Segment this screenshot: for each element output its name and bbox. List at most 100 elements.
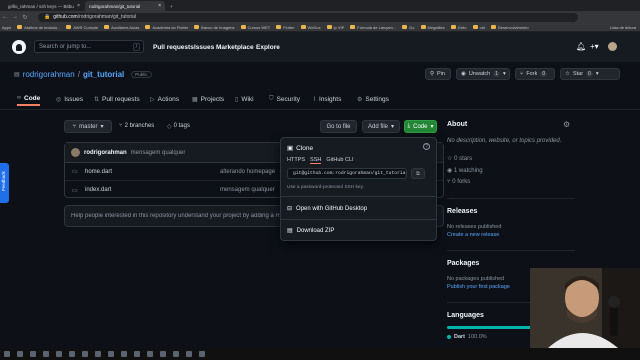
nav-marketplace[interactable]: Marketplace [216, 44, 254, 51]
add-file-button[interactable]: Add file ▾ [362, 120, 400, 133]
app-icon[interactable] [199, 351, 205, 357]
tags-link[interactable]: ◇ 0 tags [167, 123, 190, 130]
branch-icon: ⑂ [72, 123, 77, 130]
tab-code[interactable]: ‹› Code [17, 92, 41, 106]
commit-author[interactable]: rodrigorahman [84, 150, 127, 156]
tab-wiki[interactable]: ▯ Wiki [235, 92, 254, 106]
branches-link[interactable]: ⑂ 2 branches [119, 123, 154, 129]
forward-icon[interactable]: → [10, 14, 20, 20]
file-commit-message[interactable]: alterando homepage [220, 169, 275, 175]
bookmark-item[interactable]: Apps [2, 25, 11, 30]
tab-settings[interactable]: ⚙ Settings [357, 92, 389, 106]
bookmark-item[interactable]: WeDox [300, 25, 321, 30]
commit-message[interactable]: mensagem qualquer [131, 150, 186, 156]
app-icon[interactable] [121, 351, 127, 357]
bookmark-item[interactable]: Auxiliares Aulas [104, 25, 139, 30]
tab-pull-requests[interactable]: ⇅ Pull requests [94, 92, 140, 106]
feedback-tab[interactable]: Feedback [0, 163, 9, 203]
file-name[interactable]: home.dart [85, 169, 112, 175]
back-icon[interactable]: ← [0, 14, 10, 20]
pin-button[interactable]: ⚲ Pin [425, 68, 451, 80]
packages-title[interactable]: Packages [447, 260, 479, 267]
app-icon[interactable] [108, 351, 114, 357]
address-bar[interactable]: 🔒 github.com/rodrigorahman/git_tutorial [38, 12, 578, 22]
help-icon[interactable]: ? [423, 143, 430, 150]
search-icon[interactable] [17, 351, 23, 357]
tab-ssh[interactable]: SSH [310, 157, 322, 164]
bookmark-item[interactable]: ip VIP [326, 25, 344, 30]
nav-pull-requests[interactable]: Pull requests [153, 44, 194, 51]
copy-icon[interactable]: ⧉ [411, 168, 425, 179]
tab-security[interactable]: ⛉ Security [269, 92, 300, 106]
file-name[interactable]: index.dart [85, 187, 111, 193]
app-icon[interactable] [69, 351, 75, 357]
app-icon[interactable] [173, 351, 179, 357]
download-zip-item[interactable]: ▤ Download ZIP [287, 227, 334, 235]
app-icon[interactable] [134, 351, 140, 357]
close-icon[interactable]: × [158, 3, 161, 9]
bookmark-item[interactable]: old [472, 25, 485, 30]
star-icon: ☆ [565, 71, 570, 77]
bookmark-item[interactable]: Banco de Imagens [194, 25, 235, 30]
unwatch-button[interactable]: ◉ Unwatch 1 ▾ [456, 68, 510, 80]
open-desktop-item[interactable]: ⊟ Open with GitHub Desktop [287, 205, 367, 213]
forks-count[interactable]: ⑂ 0 forks [447, 179, 470, 185]
reading-list[interactable]: Lista de leitura [610, 25, 640, 30]
bookmark-item[interactable]: Flutter [276, 25, 295, 30]
bookmark-item[interactable]: Go [402, 25, 415, 30]
tab-issues[interactable]: ◎ Issues [56, 92, 83, 106]
github-logo-icon[interactable] [12, 40, 26, 54]
avatar[interactable] [608, 42, 617, 51]
branch-select[interactable]: ⑂ master ▾ [64, 120, 112, 133]
plus-icon[interactable]: +▾ [590, 42, 599, 51]
watching-count[interactable]: ◉ 1 watching [447, 167, 483, 174]
app-icon[interactable] [43, 351, 49, 357]
nav-issues[interactable]: Issues [194, 44, 214, 51]
nav-explore[interactable]: Explore [256, 44, 280, 51]
browser-tab-active[interactable]: rodrigorahman/git_tutorial × [85, 1, 165, 11]
app-icon[interactable] [30, 351, 36, 357]
language-bar-fill [447, 326, 537, 329]
search-input[interactable]: Search or jump to... / [34, 40, 144, 53]
releases-title[interactable]: Releases [447, 208, 477, 215]
bell-icon[interactable]: 🔔︎ [576, 42, 586, 51]
bookmark-item[interactable]: Desenvolvimento [490, 25, 529, 30]
bookmark-item[interactable]: Academia do Flutter [145, 25, 188, 30]
bookmark-item[interactable]: AWS Console [66, 25, 98, 30]
clone-url-input[interactable]: git@github.com:rodrigorahman/git_tutoria… [287, 168, 407, 179]
app-icon[interactable] [147, 351, 153, 357]
star-button[interactable]: ☆ Star 0 ▾ [560, 68, 620, 80]
bookmark-item[interactable]: Atalhos de teclado... [17, 25, 60, 30]
app-icon[interactable] [56, 351, 62, 357]
go-to-file-button[interactable]: Go to file [320, 120, 357, 133]
bookmark-item[interactable]: Fórmula de Lançam... [350, 25, 396, 30]
tab-insights[interactable]: ⌇ Insights [313, 92, 341, 106]
bookmark-item[interactable]: Megafiles [420, 25, 445, 30]
app-icon[interactable] [186, 351, 192, 357]
code-button[interactable]: ⤓ Code ▾ [404, 120, 437, 133]
repo-name-link[interactable]: git_tutorial [83, 70, 124, 79]
repo-owner-link[interactable]: rodrigorahman [23, 70, 75, 79]
language-item[interactable]: Dart 100.0% [447, 334, 487, 340]
tab-github-cli[interactable]: GitHub CLI [326, 157, 353, 164]
tab-actions[interactable]: ▷ Actions [150, 92, 179, 106]
bookmark-item[interactable]: Cursos WET [240, 25, 270, 30]
gear-icon[interactable]: ⚙ [563, 120, 570, 129]
start-icon[interactable] [4, 351, 10, 357]
close-icon[interactable]: × [77, 3, 80, 9]
tab-https[interactable]: HTTPS [287, 157, 305, 164]
tab-projects[interactable]: ▦ Projects [192, 92, 224, 106]
new-tab-button[interactable]: + [166, 1, 176, 11]
app-icon[interactable] [82, 351, 88, 357]
bookmark-item[interactable]: Grêo [450, 25, 467, 30]
app-icon[interactable] [95, 351, 101, 357]
create-release-link[interactable]: Create a new release [447, 232, 499, 238]
file-commit-message[interactable]: mensagem qualquer [220, 187, 275, 193]
fork-button[interactable]: ⑂ Fork 0 [515, 68, 555, 80]
publish-package-link[interactable]: Publish your first package [447, 284, 510, 290]
browser-tab[interactable]: grillo_rahman / ssh keys — Bitbu × [4, 1, 84, 11]
app-icon[interactable] [160, 351, 166, 357]
reload-icon[interactable]: ↻ [20, 14, 30, 21]
avatar[interactable] [71, 148, 80, 157]
stars-count[interactable]: ☆ 0 stars [447, 155, 472, 162]
